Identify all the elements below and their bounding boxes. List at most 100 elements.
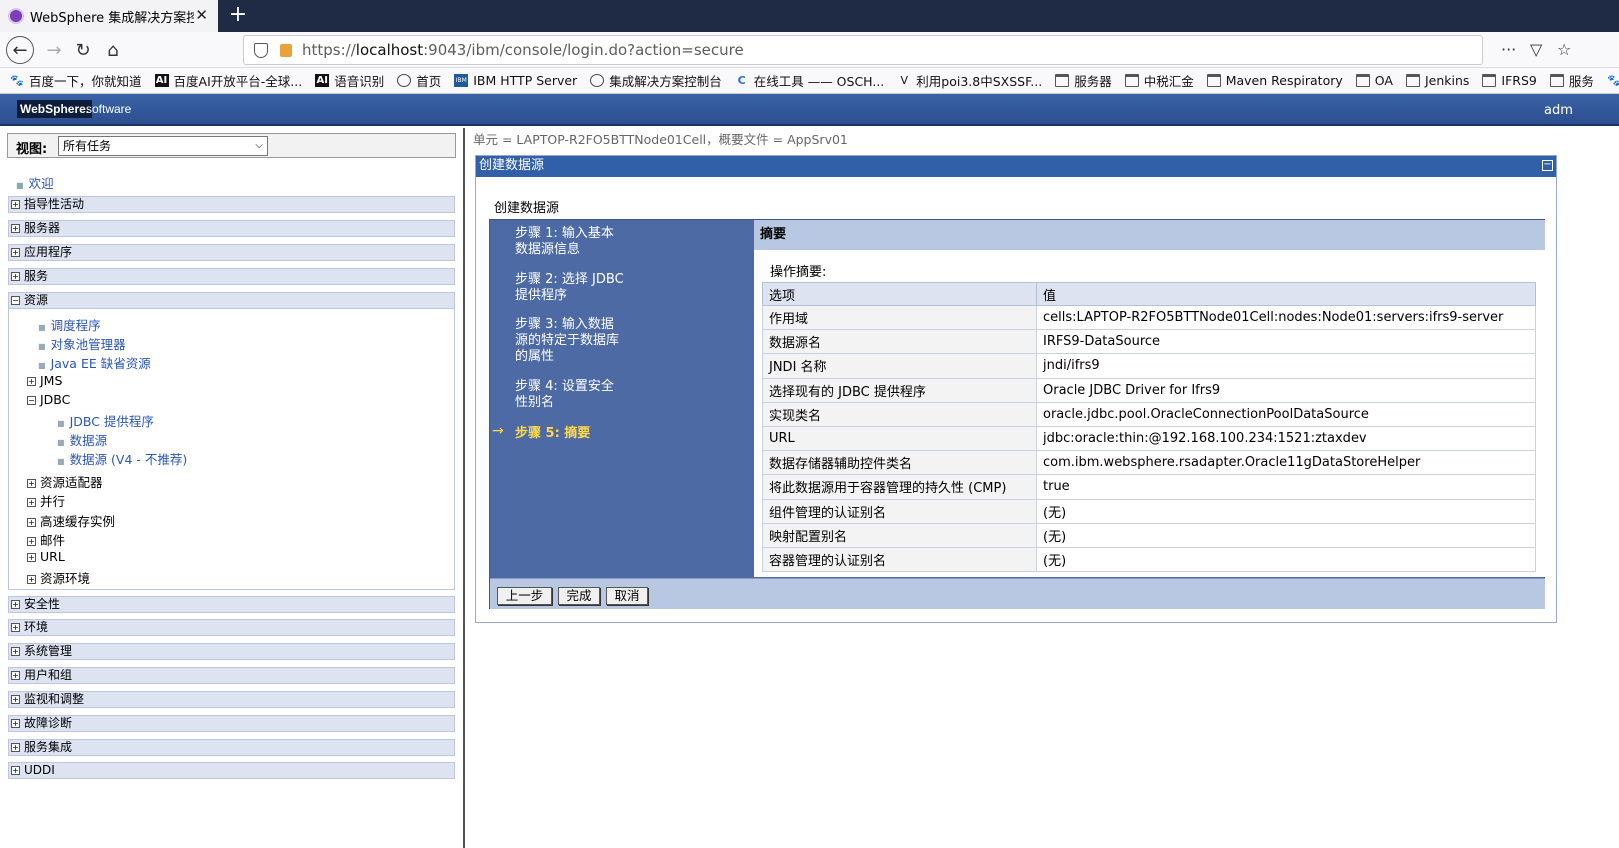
nav-item-cache-instances[interactable]: + 高速缓存实例 bbox=[27, 511, 115, 530]
expand-icon[interactable]: + bbox=[27, 479, 36, 488]
bookmark-item[interactable]: 服务器 bbox=[1055, 71, 1112, 90]
expand-icon[interactable]: + bbox=[11, 248, 20, 257]
nav-item-servers[interactable]: + 服务器 bbox=[8, 220, 455, 237]
nav-item-uddi[interactable]: + UDDI bbox=[8, 762, 455, 779]
nav-item-services[interactable]: + 服务 bbox=[8, 268, 455, 285]
nav-link-scheduler[interactable]: ■ 调度程序 bbox=[38, 315, 101, 334]
nav-label: URL bbox=[40, 549, 65, 564]
expand-icon[interactable]: + bbox=[11, 623, 20, 632]
nav-item-monitoring[interactable]: + 监视和调整 bbox=[8, 691, 455, 708]
bookmark-item[interactable]: Maven Respiratory bbox=[1206, 73, 1343, 88]
close-tab-icon[interactable]: ✕ bbox=[195, 6, 208, 24]
collapse-icon[interactable]: − bbox=[27, 396, 36, 405]
nav-item-security[interactable]: + 安全性 bbox=[8, 596, 455, 613]
cancel-button[interactable]: 取消 bbox=[606, 587, 648, 605]
nav-item-troubleshooting[interactable]: + 故障诊断 bbox=[8, 715, 455, 732]
back-button[interactable]: ← bbox=[6, 36, 34, 64]
expand-icon[interactable]: + bbox=[27, 498, 36, 507]
view-label: 视图: bbox=[16, 142, 48, 157]
bookmark-label: IBM HTTP Server bbox=[473, 73, 578, 88]
column-header-option: 选项 bbox=[762, 282, 1037, 306]
nav-link-jdbc-providers[interactable]: ■ JDBC 提供程序 bbox=[57, 411, 154, 430]
pocket-icon[interactable]: ▽ bbox=[1530, 40, 1542, 59]
nav-item-resource-adapters[interactable]: + 资源适配器 bbox=[27, 472, 103, 491]
bookmark-item[interactable]: 服务 bbox=[1549, 71, 1594, 90]
nav-link-javaee-defaults[interactable]: ■ Java EE 缺省资源 bbox=[38, 353, 151, 372]
forward-button[interactable]: → bbox=[40, 36, 68, 64]
bookmark-item[interactable]: 🐾百度 bbox=[1607, 71, 1619, 90]
expand-icon[interactable]: + bbox=[11, 766, 20, 775]
wizard-step-3[interactable]: 步骤 3: 输入数据 源的特定于数据库 的属性 bbox=[515, 317, 619, 365]
bookmark-item[interactable]: 中税汇金 bbox=[1124, 71, 1194, 90]
bookmark-item[interactable]: Jenkins bbox=[1405, 73, 1469, 88]
nav-label: 应用程序 bbox=[24, 245, 73, 259]
nav-item-url[interactable]: + URL bbox=[27, 549, 65, 564]
expand-icon[interactable]: + bbox=[11, 200, 20, 209]
nav-item-mail[interactable]: + 邮件 bbox=[27, 530, 65, 549]
finish-button[interactable]: 完成 bbox=[558, 587, 600, 605]
previous-button[interactable]: 上一步 bbox=[497, 587, 552, 605]
view-select[interactable]: 所有任务 ⌵ bbox=[58, 136, 268, 156]
view-select-value: 所有任务 bbox=[63, 139, 112, 153]
expand-icon[interactable]: + bbox=[11, 695, 20, 704]
nav-label: 资源环境 bbox=[40, 571, 91, 586]
bookmark-item[interactable]: 🐾 百度一下，你就知道 bbox=[10, 71, 141, 90]
expand-icon[interactable]: + bbox=[27, 575, 36, 584]
expand-icon[interactable]: + bbox=[27, 518, 36, 527]
nav-item-jdbc[interactable]: − JDBC bbox=[27, 392, 70, 407]
bookmark-star-icon[interactable]: ☆ bbox=[1557, 40, 1571, 59]
bookmark-item[interactable]: V 利用poi3.8中SXSSF... bbox=[897, 71, 1043, 90]
nav-link-data-sources[interactable]: ■ 数据源 bbox=[57, 430, 107, 449]
nav-item-guided-activities[interactable]: + 指导性活动 bbox=[8, 196, 455, 213]
nav-item-concurrency[interactable]: + 并行 bbox=[27, 491, 65, 510]
expand-icon[interactable]: + bbox=[27, 537, 36, 546]
minimize-icon[interactable]: − bbox=[1542, 160, 1553, 171]
bookmark-item[interactable]: AI 语音识别 bbox=[315, 71, 384, 90]
expand-icon[interactable]: + bbox=[27, 553, 36, 562]
expand-icon[interactable]: + bbox=[11, 600, 20, 609]
browser-tab[interactable]: WebSphere 集成解决方案控制 ✕ bbox=[0, 0, 218, 32]
collapse-icon[interactable]: − bbox=[11, 296, 20, 305]
bookmark-item[interactable]: IBM IBM HTTP Server bbox=[454, 73, 577, 88]
expand-icon[interactable]: + bbox=[11, 719, 20, 728]
nav-link-data-sources-v4[interactable]: ■ 数据源 (V4 - 不推荐) bbox=[57, 449, 187, 468]
warning-lock-icon[interactable] bbox=[280, 43, 292, 57]
welcome-link[interactable]: ■ 欢迎 bbox=[16, 173, 54, 192]
address-bar[interactable]: https://localhost:9043/ibm/console/login… bbox=[243, 35, 1483, 65]
bookmark-label: 集成解决方案控制台 bbox=[609, 74, 722, 89]
nav-item-jms[interactable]: + JMS bbox=[27, 373, 62, 388]
expand-icon[interactable]: + bbox=[11, 671, 20, 680]
folder-icon bbox=[1482, 74, 1497, 87]
reload-button[interactable]: ↻ bbox=[69, 36, 97, 64]
wizard-step-1[interactable]: 步骤 1: 输入基本 数据源信息 bbox=[515, 226, 614, 258]
bookmark-label: 中税汇金 bbox=[1143, 74, 1194, 89]
nav-item-service-integration[interactable]: + 服务集成 bbox=[8, 739, 455, 756]
more-actions-icon[interactable]: ··· bbox=[1501, 40, 1516, 59]
nav-item-resource-environment[interactable]: + 资源环境 bbox=[27, 568, 90, 587]
url-text[interactable]: https://localhost:9043/ibm/console/login… bbox=[302, 41, 744, 59]
expand-icon[interactable]: + bbox=[11, 224, 20, 233]
nav-item-environment[interactable]: + 环境 bbox=[8, 619, 455, 636]
nav-item-users-groups[interactable]: + 用户和组 bbox=[8, 667, 455, 684]
expand-icon[interactable]: + bbox=[27, 377, 36, 386]
bookmark-item[interactable]: AI 百度AI开放平台-全球... bbox=[154, 71, 302, 90]
new-tab-button[interactable]: + bbox=[226, 2, 250, 27]
nav-item-applications[interactable]: + 应用程序 bbox=[8, 244, 455, 261]
bookmark-item[interactable]: C 在线工具 —— OSCH... bbox=[735, 71, 885, 90]
expand-icon[interactable]: + bbox=[11, 743, 20, 752]
wizard-step-4[interactable]: 步骤 4: 设置安全 性别名 bbox=[515, 379, 614, 411]
nav-link-object-pool[interactable]: ■ 对象池管理器 bbox=[38, 334, 126, 353]
nav-item-system-admin[interactable]: + 系统管理 bbox=[8, 643, 455, 660]
wizard-step-2[interactable]: 步骤 2: 选择 JDBC 提供程序 bbox=[515, 272, 624, 304]
tracking-shield-icon[interactable] bbox=[254, 42, 268, 58]
bookmark-item[interactable]: OA bbox=[1355, 73, 1393, 88]
nav-item-resources[interactable]: − 资源 bbox=[8, 292, 455, 309]
expand-icon[interactable]: + bbox=[11, 647, 20, 656]
home-button[interactable]: ⌂ bbox=[99, 36, 127, 64]
bookmark-item[interactable]: IFRS9 bbox=[1482, 73, 1537, 88]
expand-icon[interactable]: + bbox=[11, 272, 20, 281]
bookmark-item[interactable]: 集成解决方案控制台 bbox=[590, 71, 722, 90]
bookmark-item[interactable]: 首页 bbox=[397, 71, 441, 90]
nav-label: 服务 bbox=[24, 269, 49, 283]
navigation-bar: ← → ↻ ⌂ https://localhost:9043/ibm/conso… bbox=[0, 32, 1619, 68]
